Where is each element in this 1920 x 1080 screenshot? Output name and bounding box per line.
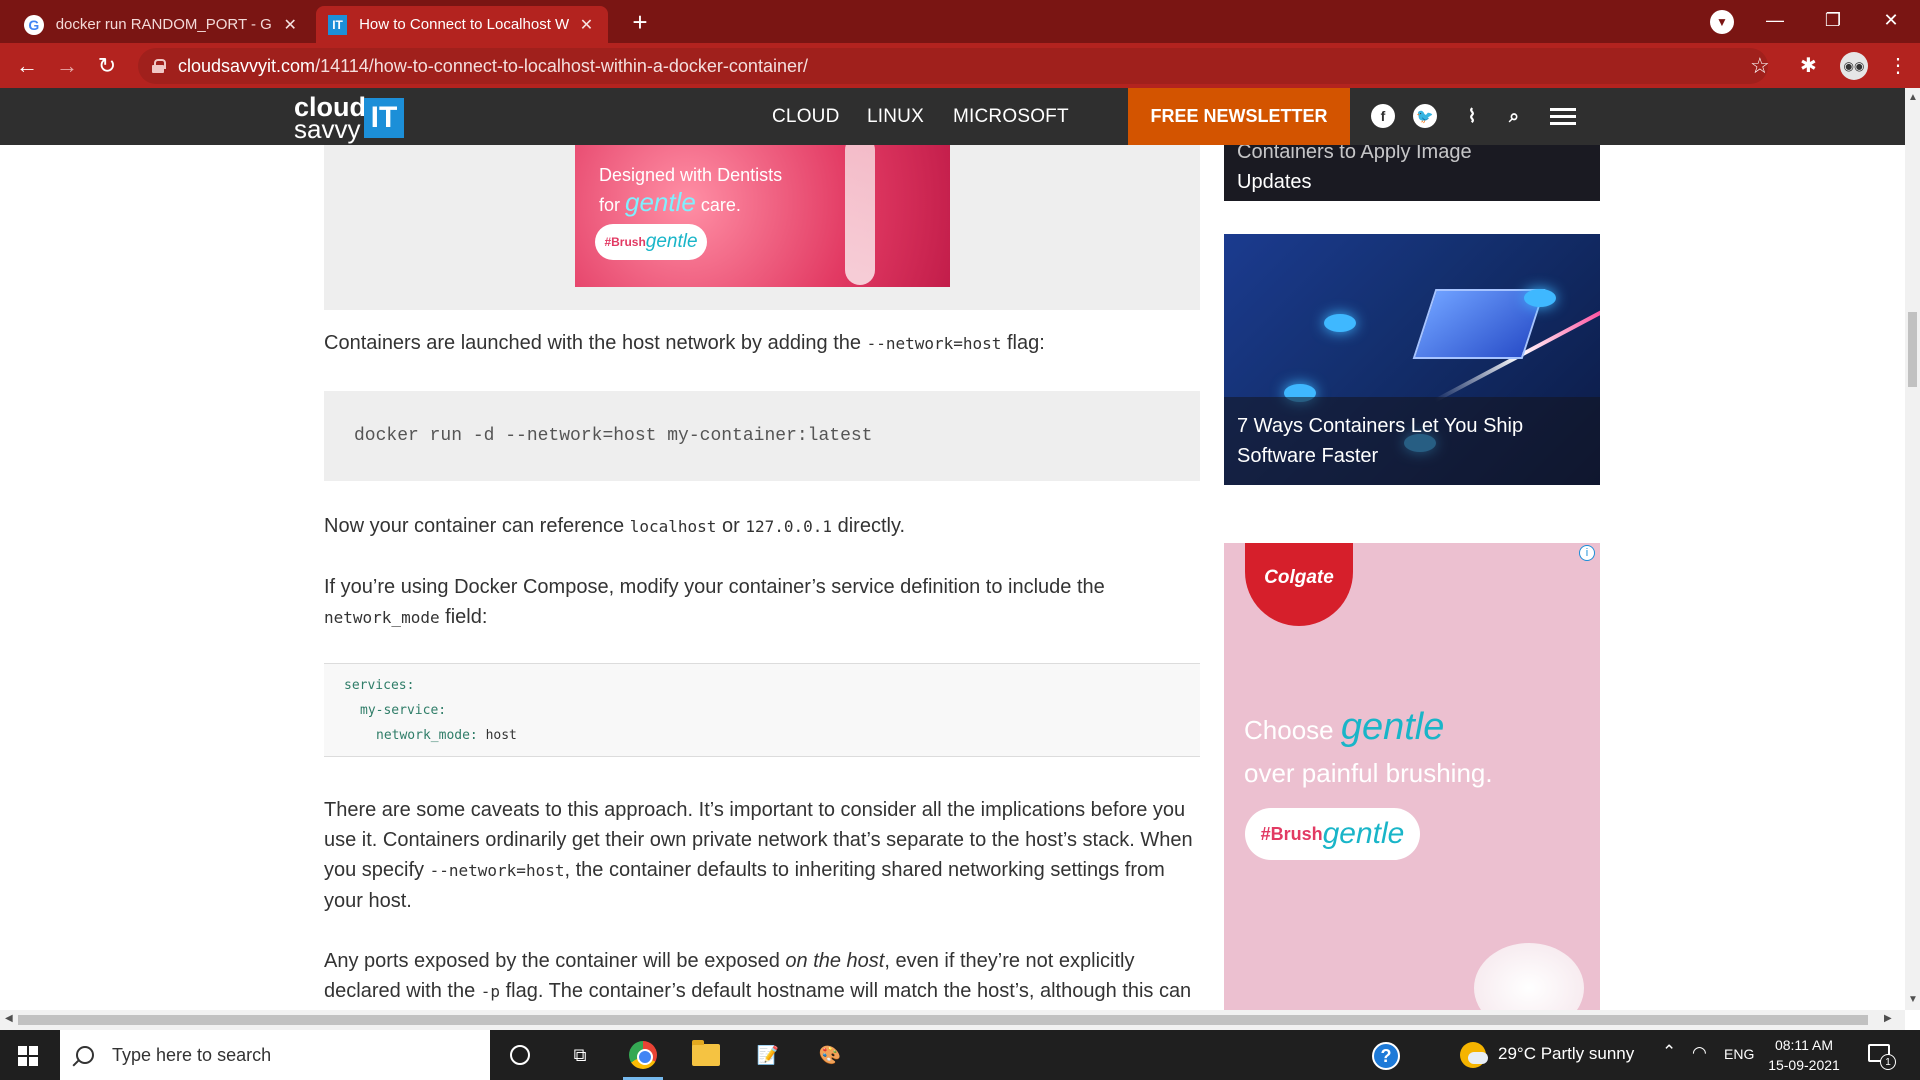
wifi-icon[interactable]: ◠ bbox=[1692, 1043, 1707, 1063]
url-text: cloudsavvyit.com/14114/how-to-connect-to… bbox=[178, 55, 808, 76]
site-header: cloud savvy IT CLOUD LINUX MICROSOFT FRE… bbox=[0, 88, 1905, 145]
restore-button[interactable]: ❐ bbox=[1804, 0, 1862, 40]
notepad-icon[interactable]: 📝 bbox=[748, 1038, 788, 1072]
card-caption: 7 Ways Containers Let You Ship Software … bbox=[1224, 397, 1600, 485]
windows-start-icon[interactable] bbox=[18, 1046, 38, 1066]
tab-title: docker run RANDOM_PORT - Go bbox=[55, 16, 273, 33]
toothbrush-ad[interactable]: Designed with Dentists for gentle care. … bbox=[575, 145, 950, 287]
browser-tab-strip: G docker run RANDOM_PORT - Go ✕ IT How t… bbox=[0, 0, 1920, 43]
scroll-up-icon[interactable]: ▲ bbox=[1908, 92, 1918, 103]
cortana-icon[interactable] bbox=[500, 1038, 540, 1072]
article-paragraph: Containers are launched with the host ne… bbox=[324, 332, 1045, 354]
help-icon[interactable]: ? bbox=[1372, 1042, 1400, 1070]
back-icon[interactable]: ← bbox=[10, 49, 44, 83]
address-bar[interactable]: cloudsavvyit.com/14114/how-to-connect-to… bbox=[138, 48, 1768, 84]
close-window-button[interactable]: ✕ bbox=[1862, 0, 1920, 40]
scroll-left-icon[interactable]: ◀ bbox=[5, 1013, 13, 1024]
code-block: docker run -d --network=host my-containe… bbox=[324, 391, 1200, 481]
profile-avatar[interactable]: ◉◉ bbox=[1840, 52, 1868, 80]
menu-icon[interactable] bbox=[1550, 108, 1576, 126]
file-explorer-icon[interactable] bbox=[686, 1038, 726, 1072]
free-newsletter-button[interactable]: FREE NEWSLETTER bbox=[1128, 88, 1350, 145]
lock-icon[interactable] bbox=[152, 59, 166, 73]
colgate-ad[interactable]: Colgate i Choose gentle over painful bru… bbox=[1224, 543, 1600, 1010]
taskbar-search-box[interactable]: Type here to search bbox=[60, 1030, 490, 1080]
page-content: Designed with Dentists for gentle care. … bbox=[0, 145, 1905, 1010]
tab-title: How to Connect to Localhost Wit bbox=[359, 16, 569, 33]
vertical-scrollbar[interactable]: ▲ ▼ bbox=[1905, 88, 1920, 1010]
chip-graphic bbox=[1524, 289, 1556, 307]
scroll-down-icon[interactable]: ▼ bbox=[1908, 994, 1918, 1005]
weather-text[interactable]: 29°C Partly sunny bbox=[1498, 1044, 1634, 1064]
related-article-card[interactable]: Containers to Apply Image Updates bbox=[1224, 145, 1600, 201]
twitter-icon[interactable]: 🐦 bbox=[1413, 104, 1437, 128]
browser-menu-icon[interactable]: ⋮ bbox=[1888, 53, 1908, 78]
new-tab-button[interactable]: + bbox=[622, 6, 658, 38]
article-paragraph: Any ports exposed by the container will … bbox=[324, 950, 1192, 1002]
forward-icon[interactable]: → bbox=[50, 49, 84, 83]
toothbrush-image bbox=[845, 145, 875, 285]
tab-google-search[interactable]: G docker run RANDOM_PORT - Go ✕ bbox=[12, 6, 312, 43]
google-icon: G bbox=[24, 14, 44, 35]
weather-icon[interactable] bbox=[1460, 1042, 1488, 1068]
paint-icon[interactable]: 🎨 bbox=[810, 1038, 850, 1072]
nav-cloud[interactable]: CLOUD bbox=[772, 88, 840, 145]
close-tab-icon[interactable]: ✕ bbox=[577, 15, 596, 35]
task-view-icon[interactable]: ⧉ bbox=[560, 1038, 600, 1072]
bookmark-star-icon[interactable]: ☆ bbox=[1750, 53, 1770, 79]
yaml-code-block: services: my-service: network_mode: host bbox=[324, 663, 1200, 757]
minimize-button[interactable]: — bbox=[1746, 0, 1804, 40]
ad-hashtag-badge: #Brush gentle bbox=[1245, 808, 1420, 860]
system-clock[interactable]: 08:11 AM 15-09-2021 bbox=[1764, 1035, 1844, 1075]
feather-image bbox=[1474, 943, 1584, 1010]
windows-taskbar: Type here to search ⧉ 📝 🎨 ? 29°C Partly … bbox=[0, 1030, 1920, 1080]
facebook-icon[interactable]: f bbox=[1371, 104, 1395, 128]
reload-icon[interactable]: ↻ bbox=[90, 49, 124, 83]
article-paragraph: Now your container can reference localho… bbox=[324, 515, 906, 537]
cloudsavvyit-icon: IT bbox=[328, 14, 348, 35]
ad-info-icon[interactable]: i bbox=[1579, 545, 1595, 561]
chip-graphic bbox=[1324, 314, 1356, 332]
nav-linux[interactable]: LINUX bbox=[867, 88, 924, 145]
article-paragraph: If you’re using Docker Compose, modify y… bbox=[324, 576, 1105, 628]
chrome-icon[interactable] bbox=[623, 1038, 663, 1072]
close-tab-icon[interactable]: ✕ bbox=[280, 15, 300, 35]
search-icon bbox=[76, 1046, 94, 1064]
tab-cloudsavvyit-article[interactable]: IT How to Connect to Localhost Wit ✕ bbox=[316, 6, 608, 43]
rss-icon[interactable]: ⌇ bbox=[1458, 102, 1486, 130]
browser-toolbar: ← → ↻ cloudsavvyit.com/14114/how-to-conn… bbox=[0, 43, 1920, 88]
site-logo[interactable]: cloud savvy IT bbox=[292, 92, 412, 142]
scroll-right-icon[interactable]: ▶ bbox=[1884, 1013, 1892, 1024]
ad-hashtag-badge: #Brush gentle bbox=[595, 224, 707, 260]
search-icon[interactable]: ⌕ bbox=[1500, 102, 1528, 130]
horizontal-scrollbar[interactable]: ◀ ▶ bbox=[0, 1010, 1905, 1030]
scrollbar-thumb[interactable] bbox=[1908, 312, 1917, 387]
article-paragraph: There are some caveats to this approach.… bbox=[324, 799, 1193, 912]
tab-search-icon[interactable]: ▼ bbox=[1710, 10, 1734, 34]
scrollbar-thumb[interactable] bbox=[18, 1015, 1868, 1025]
nav-microsoft[interactable]: MICROSOFT bbox=[953, 88, 1069, 145]
language-indicator[interactable]: ENG bbox=[1724, 1046, 1754, 1062]
related-article-card[interactable]: 7 Ways Containers Let You Ship Software … bbox=[1224, 234, 1600, 485]
chevron-up-icon[interactable]: ⌃ bbox=[1662, 1042, 1676, 1062]
colgate-logo: Colgate bbox=[1245, 543, 1353, 626]
extensions-icon[interactable]: ✱ bbox=[1800, 53, 1817, 78]
notification-count-badge: 1 bbox=[1880, 1054, 1896, 1070]
